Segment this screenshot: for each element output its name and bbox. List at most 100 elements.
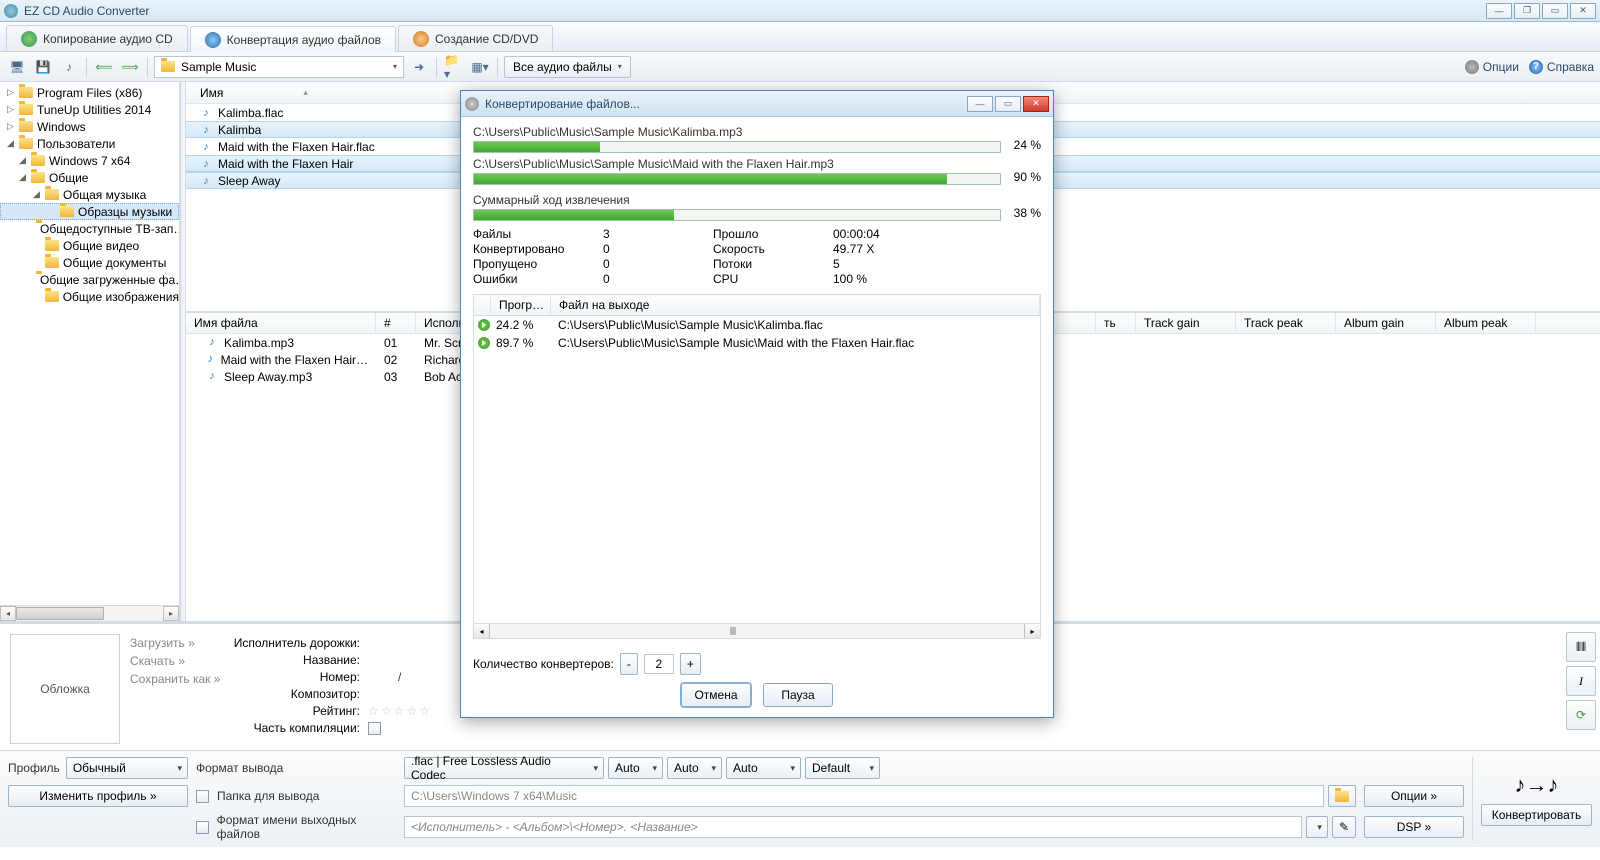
refresh-button[interactable]: ⟳ — [1566, 700, 1596, 730]
output-row[interactable]: 24.2 %C:\Users\Public\Music\Sample Music… — [474, 316, 1040, 334]
tree-item[interactable]: ▷Windows — [0, 118, 179, 135]
dialog-minimize[interactable]: — — [967, 96, 993, 112]
output-row[interactable]: 89.7 %C:\Users\Public\Music\Sample Music… — [474, 334, 1040, 352]
expand-icon[interactable]: ◢ — [18, 156, 27, 165]
expand-icon[interactable]: ▷ — [6, 88, 15, 97]
scroll-right[interactable]: ▸ — [1024, 624, 1040, 638]
computer-button[interactable]: 🖥 — [6, 56, 28, 78]
explorer-button[interactable]: 📁▾ — [443, 56, 465, 78]
output-list-header[interactable]: Прогр… Файл на выходе — [473, 294, 1041, 316]
separator — [436, 57, 437, 77]
expand-icon[interactable]: ◢ — [32, 190, 41, 199]
tree-item[interactable]: ◢Windows 7 x64 — [0, 152, 179, 169]
tree-item[interactable]: ◢Общие — [0, 169, 179, 186]
converters-minus[interactable]: - — [620, 653, 638, 675]
tree-item[interactable]: ◢Общая музыка — [0, 186, 179, 203]
convert-button[interactable]: Конвертировать — [1481, 804, 1592, 826]
converters-plus[interactable]: + — [680, 653, 701, 675]
profile-combo[interactable]: Обычный — [66, 757, 188, 779]
output-path-input[interactable]: C:\Users\Windows 7 x64\Music — [404, 785, 1324, 807]
info-button[interactable]: I — [1566, 666, 1596, 696]
tree-item[interactable]: Общедоступные ТВ-зап… — [0, 220, 179, 237]
folder-tree[interactable]: ▷Program Files (x86)▷TuneUp Utilities 20… — [0, 82, 179, 307]
tree-item[interactable]: Общие изображения — [0, 288, 179, 305]
tree-item[interactable]: ▷TuneUp Utilities 2014 — [0, 101, 179, 118]
close-button[interactable]: ✕ — [1570, 3, 1596, 19]
download-link[interactable]: Скачать » — [130, 654, 230, 668]
expand-icon[interactable]: ▷ — [6, 105, 15, 114]
browse-folder-button[interactable] — [1328, 785, 1356, 807]
scroll-right-arrow[interactable]: ▸ — [163, 606, 179, 621]
default-combo[interactable]: Default — [805, 757, 880, 779]
expand-icon[interactable]: ◢ — [6, 139, 15, 148]
output-name-checkbox[interactable] — [196, 821, 209, 834]
codec-combo[interactable]: .flac | Free Lossless Audio Codec — [404, 757, 604, 779]
horizontal-scrollbar[interactable]: ◂ ▸ — [0, 605, 179, 621]
forward-button[interactable]: ⟹ — [119, 56, 141, 78]
scroll-thumb[interactable] — [16, 607, 104, 620]
load-link[interactable]: Загрузить » — [130, 636, 230, 650]
rating-stars[interactable]: ☆☆☆☆☆ — [368, 704, 432, 718]
tree-item[interactable]: Общие документы — [0, 254, 179, 271]
queue-column[interactable]: # — [376, 313, 416, 333]
file-filter[interactable]: Все аудио файлы▾ — [504, 56, 631, 78]
queue-column[interactable]: Имя файла — [186, 313, 376, 333]
auto2-combo[interactable]: Auto — [667, 757, 722, 779]
help-link[interactable]: ?Справка — [1529, 60, 1594, 74]
expand-icon[interactable]: ◢ — [18, 173, 27, 182]
dialog-titlebar[interactable]: Конвертирование файлов... — ▭ ✕ — [461, 91, 1053, 117]
cover-art-box[interactable]: Обложка — [10, 634, 120, 744]
minimize-button[interactable]: — — [1486, 3, 1512, 19]
file1-pct: 24 % — [1005, 138, 1041, 152]
edit-profile-button[interactable]: Изменить профиль » — [8, 785, 188, 807]
drive-button[interactable]: 💾 — [32, 56, 54, 78]
restore-button[interactable]: ▭ — [1542, 3, 1568, 19]
tab-convert-audio[interactable]: Конвертация аудио файлов — [190, 26, 396, 52]
tab-rip-cd[interactable]: Копирование аудио CD — [6, 25, 188, 51]
tree-item[interactable]: Общие загруженные фа… — [0, 271, 179, 288]
scroll-track[interactable] — [16, 606, 163, 621]
auto3-combo[interactable]: Auto — [726, 757, 801, 779]
name-template-input[interactable]: <Исполнитель> - <Альбом>\<Номер>. <Назва… — [404, 816, 1302, 838]
expand-icon[interactable] — [32, 241, 41, 250]
converters-input[interactable] — [644, 654, 674, 674]
tree-item[interactable]: ◢Пользователи — [0, 135, 179, 152]
queue-column[interactable]: Track peak — [1236, 313, 1336, 333]
auto1-combo[interactable]: Auto — [608, 757, 663, 779]
scroll-left[interactable]: ◂ — [474, 624, 490, 638]
view-button[interactable]: ▦▾ — [469, 56, 491, 78]
cancel-button[interactable]: Отмена — [681, 683, 751, 707]
path-input[interactable]: Sample Music ▾ — [154, 56, 404, 78]
dialog-close[interactable]: ✕ — [1023, 96, 1049, 112]
go-button[interactable]: ➜ — [408, 56, 430, 78]
queue-column[interactable]: Album gain — [1336, 313, 1436, 333]
music-button[interactable]: ♪ — [58, 56, 80, 78]
maximize-button[interactable]: ❐ — [1514, 3, 1540, 19]
format-options-button[interactable]: Опции » — [1364, 785, 1464, 807]
tab-create-cd[interactable]: Создание CD/DVD — [398, 25, 553, 51]
save-as-link[interactable]: Сохранить как » — [130, 672, 230, 686]
queue-column[interactable]: Track gain — [1136, 313, 1236, 333]
output-list[interactable]: 24.2 %C:\Users\Public\Music\Sample Music… — [473, 316, 1041, 624]
expand-icon[interactable] — [32, 258, 41, 267]
tree-item[interactable]: Общие видео — [0, 237, 179, 254]
pause-button[interactable]: Пауза — [763, 683, 833, 707]
queue-column[interactable]: Album peak — [1436, 313, 1536, 333]
name-template-dropdown[interactable] — [1306, 816, 1328, 838]
expand-icon[interactable]: ▷ — [6, 122, 15, 131]
queue-column[interactable]: ть — [1096, 313, 1136, 333]
dsp-button[interactable]: DSP » — [1364, 816, 1464, 838]
expand-icon[interactable] — [47, 207, 56, 216]
compilation-checkbox[interactable] — [368, 722, 381, 735]
name-template-edit-button[interactable]: ✎ — [1332, 816, 1356, 838]
waveform-button[interactable]: ⫴⫴ — [1566, 632, 1596, 662]
tree-item[interactable]: ▷Program Files (x86) — [0, 84, 179, 101]
output-folder-checkbox[interactable] — [196, 790, 209, 803]
expand-icon[interactable] — [32, 292, 41, 301]
scroll-left-arrow[interactable]: ◂ — [0, 606, 16, 621]
dialog-h-scrollbar[interactable]: ◂ ▸ — [473, 623, 1041, 639]
tree-item[interactable]: Образцы музыки — [0, 203, 179, 220]
back-button[interactable]: ⟸ — [93, 56, 115, 78]
dialog-maximize[interactable]: ▭ — [995, 96, 1021, 112]
options-link[interactable]: Опции — [1465, 60, 1519, 74]
